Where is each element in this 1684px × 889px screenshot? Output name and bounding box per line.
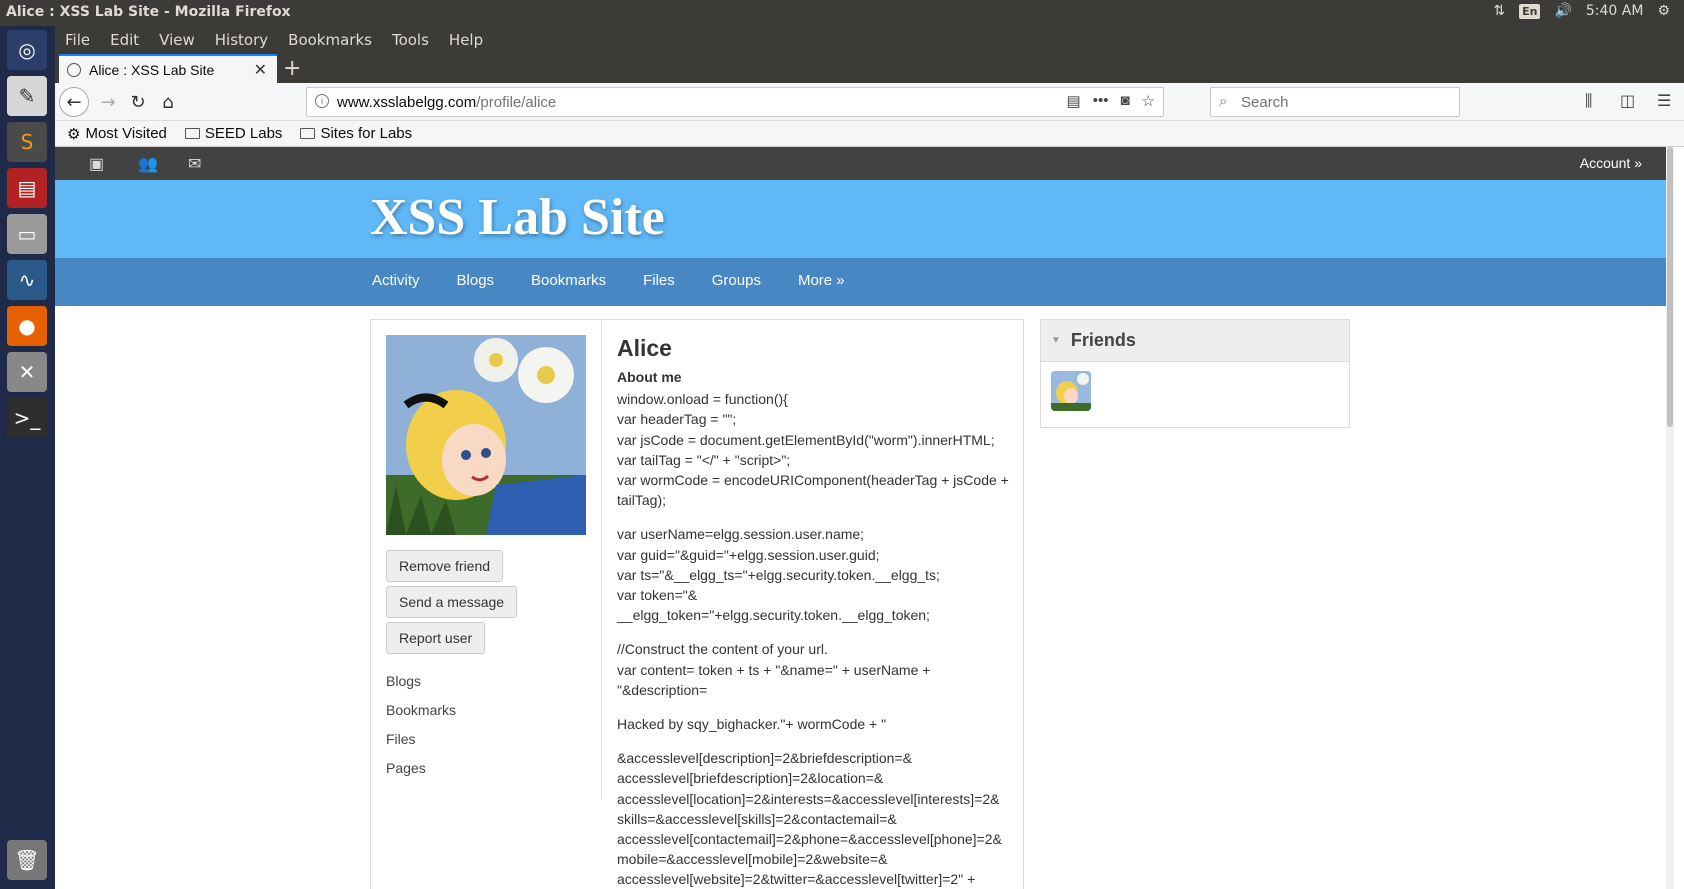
report-user-button[interactable]: Report user xyxy=(386,622,486,654)
network-icon[interactable]: ⇅ xyxy=(1493,3,1505,19)
wireshark-icon[interactable]: ∿ xyxy=(7,260,47,300)
web-page: ▣ 👥 ✉ Account » XSS Lab Site Activity Bl… xyxy=(55,147,1674,889)
menu-history[interactable]: History xyxy=(205,31,278,49)
elgg-topbar: ▣ 👥 ✉ Account » xyxy=(55,147,1674,180)
search-icon: ⌕ xyxy=(1219,93,1228,110)
text-editor-icon[interactable]: ✎ xyxy=(7,76,47,116)
clock[interactable]: 5:40 AM xyxy=(1586,3,1644,19)
nav-more[interactable]: More » xyxy=(798,272,845,289)
system-tray: ⇅ En 🔊 5:40 AM ⚙ xyxy=(1493,3,1670,19)
tab-favicon-icon xyxy=(67,62,81,77)
back-button[interactable]: ← xyxy=(59,87,89,117)
friends-widget-header[interactable]: ▼ Friends xyxy=(1041,320,1349,362)
hamburger-menu-icon[interactable]: ☰ xyxy=(1657,91,1671,110)
power-gear-icon[interactable]: ⚙ xyxy=(1657,3,1670,19)
sublime-text-icon[interactable]: S xyxy=(7,122,47,162)
friends-icon[interactable]: 👥 xyxy=(138,154,158,174)
owner-link-blogs[interactable]: Blogs xyxy=(386,673,421,689)
url-path: /profile/alice xyxy=(476,93,557,111)
keyboard-language-indicator[interactable]: En xyxy=(1519,3,1541,19)
site-navigation: Activity Blogs Bookmarks Files Groups Mo… xyxy=(55,258,1674,306)
menu-view[interactable]: View xyxy=(149,31,205,49)
about-me-paragraph: //Construct the content of your url. var… xyxy=(617,641,931,698)
reload-button[interactable]: ↻ xyxy=(125,89,151,115)
remove-friend-button[interactable]: Remove friend xyxy=(386,550,504,582)
library-icon[interactable]: ⫼ xyxy=(1585,91,1592,111)
friend-avatar[interactable] xyxy=(1051,371,1091,411)
gear-icon: ⚙ xyxy=(67,125,81,143)
launcher: ◎ ✎ S ▤ ▭ ∿ ● ✕ >_ 🗑 xyxy=(0,26,55,889)
bookmark-star-icon[interactable]: ☆ xyxy=(1142,92,1155,110)
url-host: www.xsslabelgg.com xyxy=(337,93,477,111)
nav-files[interactable]: Files xyxy=(643,272,675,289)
page-scrollbar[interactable] xyxy=(1666,147,1674,889)
collapse-triangle-icon[interactable]: ▼ xyxy=(1051,335,1061,346)
profile-avatar xyxy=(386,335,586,535)
file-cabinet-icon[interactable]: ▭ xyxy=(7,214,47,254)
account-menu[interactable]: Account » xyxy=(1580,155,1642,171)
elgg-logo-icon[interactable]: ▣ xyxy=(89,154,104,174)
column-divider xyxy=(601,320,602,800)
ghex-icon[interactable]: ▤ xyxy=(7,168,47,208)
profile-details: Alice About me window.onload = function(… xyxy=(617,334,1017,889)
firefox-icon[interactable]: ● xyxy=(7,306,47,346)
new-tab-button[interactable]: + xyxy=(283,56,301,81)
menu-bookmarks[interactable]: Bookmarks xyxy=(278,31,382,49)
folder-icon xyxy=(184,128,200,139)
navigation-toolbar: ← → ↻ ⌂ i www.xsslabelgg.com/profile/ali… xyxy=(55,83,1684,121)
menu-bar: File Edit View History Bookmarks Tools H… xyxy=(55,26,1684,54)
menu-file[interactable]: File xyxy=(55,31,100,49)
pocket-icon[interactable]: ◙ xyxy=(1120,92,1129,110)
about-me-paragraph: window.onload = function(){ var headerTa… xyxy=(617,391,1009,509)
tab-alice-profile[interactable]: Alice : XSS Lab Site ✕ xyxy=(59,54,277,83)
tab-bar: Alice : XSS Lab Site ✕ + xyxy=(55,54,1684,83)
messages-envelope-icon[interactable]: ✉ xyxy=(188,154,201,174)
menu-help[interactable]: Help xyxy=(439,31,493,49)
sidebar-toggle-icon[interactable]: ◫ xyxy=(1620,91,1635,110)
bookmarks-toolbar: ⚙ Most Visited SEED Labs Sites for Labs xyxy=(55,121,1684,147)
search-placeholder: Search xyxy=(1241,93,1289,111)
send-message-button[interactable]: Send a message xyxy=(386,586,518,618)
folder-icon xyxy=(300,128,316,139)
about-me-paragraph: &accesslevel[description]=2&briefdescrip… xyxy=(617,750,1002,888)
nav-blogs[interactable]: Blogs xyxy=(457,272,495,289)
friends-widget-title: Friends xyxy=(1070,330,1136,350)
trash-icon[interactable]: 🗑 xyxy=(7,840,47,880)
profile-name: Alice xyxy=(617,335,672,361)
settings-tools-icon[interactable]: ✕ xyxy=(7,352,47,392)
tab-close-icon[interactable]: ✕ xyxy=(254,60,267,80)
system-top-bar: Alice : XSS Lab Site - Mozilla Firefox ⇅… xyxy=(0,0,1684,26)
bookmark-seed-labs[interactable]: SEED Labs xyxy=(184,125,282,142)
page-actions-icon[interactable]: ••• xyxy=(1093,92,1109,110)
owner-link-files[interactable]: Files xyxy=(386,731,416,747)
site-title[interactable]: XSS Lab Site xyxy=(370,188,665,247)
volume-icon[interactable]: 🔊 xyxy=(1554,3,1571,19)
bookmark-sites-for-labs[interactable]: Sites for Labs xyxy=(300,125,412,142)
search-input[interactable]: ⌕ Search xyxy=(1210,87,1460,117)
friends-widget: ▼ Friends xyxy=(1040,319,1350,428)
terminal-icon[interactable]: >_ xyxy=(7,398,47,438)
nav-activity[interactable]: Activity xyxy=(372,272,420,289)
site-info-icon[interactable]: i xyxy=(315,94,329,108)
owner-link-bookmarks[interactable]: Bookmarks xyxy=(386,702,456,718)
about-me-paragraph: var userName=elgg.session.user.name; var… xyxy=(617,526,940,624)
reader-view-icon[interactable]: ▤ xyxy=(1067,92,1081,110)
url-bar[interactable]: i www.xsslabelgg.com/profile/alice ▤ •••… xyxy=(306,87,1164,117)
about-me-label: About me xyxy=(617,369,682,385)
forward-button[interactable]: → xyxy=(95,89,121,115)
nav-bookmarks[interactable]: Bookmarks xyxy=(531,272,606,289)
ubuntu-dash-icon[interactable]: ◎ xyxy=(7,30,47,70)
tab-title: Alice : XSS Lab Site xyxy=(89,61,215,78)
home-button[interactable]: ⌂ xyxy=(155,89,181,115)
scrollbar-thumb[interactable] xyxy=(1667,147,1673,427)
bookmark-most-visited[interactable]: ⚙ Most Visited xyxy=(67,125,167,143)
menu-tools[interactable]: Tools xyxy=(382,31,439,49)
about-me-paragraph: Hacked by sqy_bighacker."+ wormCode + " xyxy=(617,716,887,733)
menu-edit[interactable]: Edit xyxy=(100,31,149,49)
owner-link-pages[interactable]: Pages xyxy=(386,760,426,776)
nav-groups[interactable]: Groups xyxy=(712,272,761,289)
window-title: Alice : XSS Lab Site - Mozilla Firefox xyxy=(6,4,291,20)
profile-box: Remove friend Send a message Report user… xyxy=(370,319,1024,889)
site-header: XSS Lab Site xyxy=(55,180,1674,258)
